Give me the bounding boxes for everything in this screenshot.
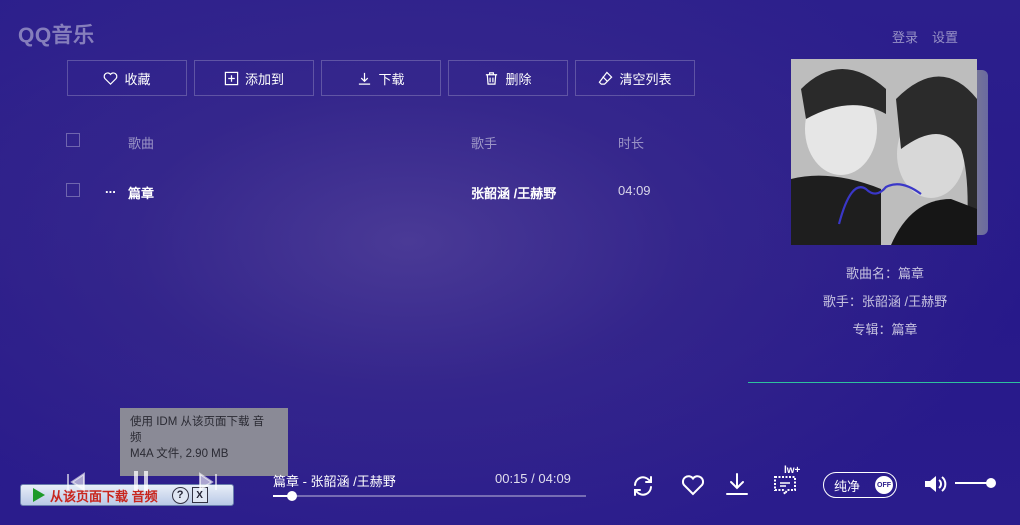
lyrics-icon — [774, 476, 796, 497]
delete-label: 删除 — [505, 71, 532, 87]
tooltip-line1: 使用 IDM 从该页面下载 音 — [130, 416, 265, 428]
download-label: 下载 — [378, 71, 405, 87]
row-duration: 04:09 — [618, 183, 651, 198]
login-link[interactable]: 登录 — [892, 27, 918, 46]
download-button[interactable]: 下载 — [321, 60, 441, 96]
next-track-icon[interactable] — [196, 470, 220, 494]
tooltip-line3: M4A 文件, 2.90 MB — [130, 448, 229, 460]
progress-bar[interactable] — [273, 495, 586, 497]
idm-help-button[interactable]: ? — [171, 486, 189, 504]
playback-time: 00:15 / 04:09 — [495, 471, 571, 486]
tooltip-line2: 频 — [130, 432, 142, 444]
progress-handle[interactable] — [286, 491, 297, 501]
now-playing-title: 篇章 - 张韶涵 /王赫野 — [273, 474, 396, 489]
eraser-icon — [599, 70, 613, 85]
app-logo: QQ音乐 — [18, 24, 95, 47]
song-artist-info: 歌手：张韶涵 /王赫野 — [822, 294, 948, 309]
album-cover — [791, 59, 977, 245]
repeat-icon[interactable] — [630, 473, 656, 499]
clear-list-label: 清空列表 — [619, 71, 672, 87]
idm-tooltip: 使用 IDM 从该页面下载 音 频 M4A 文件, 2.90 MB — [120, 408, 288, 476]
column-header-duration: 时长 — [618, 136, 645, 151]
previous-track-icon[interactable] — [64, 470, 88, 494]
pure-mode-state: OFF — [875, 476, 893, 494]
header-links: 登录 设置 — [892, 27, 958, 46]
add-to-label: 添加到 — [244, 71, 284, 87]
like-icon[interactable] — [680, 472, 706, 498]
delete-button[interactable]: 删除 — [448, 60, 568, 96]
pure-mode-toggle[interactable]: 纯净 OFF — [823, 472, 897, 498]
pure-mode-label: 纯净 — [834, 478, 861, 494]
plus-square-icon — [224, 71, 239, 85]
select-all-checkbox[interactable] — [66, 133, 80, 147]
add-to-button[interactable]: 添加到 — [194, 60, 314, 96]
download-icon — [359, 72, 371, 85]
pause-icon[interactable] — [128, 468, 154, 494]
volume-handle[interactable] — [985, 478, 996, 488]
settings-link[interactable]: 设置 — [932, 27, 958, 46]
trash-icon — [486, 71, 498, 85]
lyrics-line — [748, 373, 1020, 383]
row-artist[interactable]: 张韶涵 /王赫野 — [471, 183, 556, 202]
song-album-info: 专辑：篇章 — [852, 322, 918, 337]
favorite-label: 收藏 — [124, 71, 151, 87]
download-song-icon[interactable] — [724, 471, 750, 497]
song-title-info: 歌曲名：篇章 — [845, 266, 924, 281]
toolbar: 收藏 添加到 下载 删除 清空列表 — [67, 60, 695, 96]
volume-icon[interactable] — [922, 472, 948, 496]
heart-icon — [104, 71, 118, 85]
lyrics-button[interactable]: lw+ — [772, 465, 806, 499]
column-header-artist: 歌手 — [471, 136, 498, 151]
row-checkbox[interactable] — [66, 183, 80, 197]
playing-indicator: ... — [105, 181, 116, 196]
play-triangle-icon — [33, 488, 45, 502]
clear-list-button[interactable]: 清空列表 — [575, 60, 695, 96]
column-header-song: 歌曲 — [128, 136, 155, 151]
favorite-button[interactable]: 收藏 — [67, 60, 187, 96]
row-song-title[interactable]: 篇章 — [128, 183, 154, 202]
